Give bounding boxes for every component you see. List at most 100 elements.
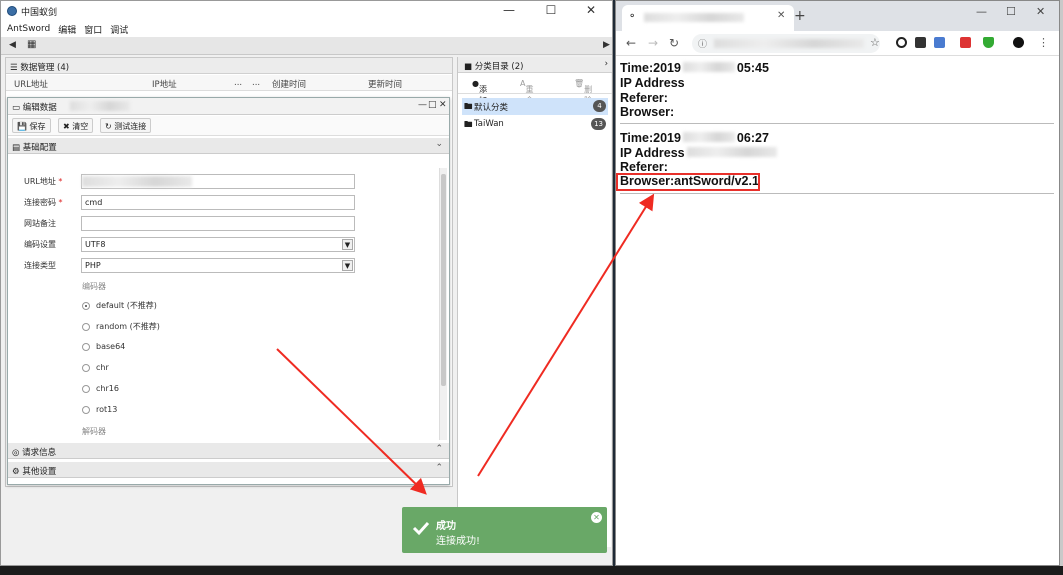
encoder-option-chr[interactable]: chr <box>82 363 109 372</box>
menubar: AntSword 编辑 窗口 调试 <box>1 21 612 37</box>
category-label: TaiWan <box>474 119 504 129</box>
success-toast: 成功 连接成功! ✕ <box>402 507 607 553</box>
encoder-label: chr16 <box>96 384 119 393</box>
menu-window[interactable]: 窗口 <box>84 23 102 36</box>
dialog-scrollbar[interactable] <box>439 168 447 440</box>
browser-window: ⚬ ✕ + — ☐ ✕ ← → ↻ ⓘ ☆ ⋮ Time:2019 05:45 I… <box>615 0 1060 566</box>
encoder-label: rot13 <box>96 405 118 414</box>
col-created[interactable]: 创建时间 <box>272 78 306 90</box>
profile-avatar-icon[interactable] <box>1013 37 1024 48</box>
record-ip: IP Address <box>620 76 685 90</box>
save-label: 保存 <box>29 122 46 131</box>
close-icon[interactable]: ✕ <box>1036 5 1045 18</box>
new-tab-icon[interactable]: + <box>794 8 806 24</box>
settings-icon: ⚙ <box>12 467 20 477</box>
clear-button[interactable]: ✖ 清空 <box>58 118 94 133</box>
reload-icon[interactable]: ↻ <box>669 36 679 50</box>
encoder-label: default (不推荐) <box>96 301 157 310</box>
maximize-icon[interactable]: ☐ <box>1006 5 1016 18</box>
category-toolbar: ● 添加 A 重命名 🗑 删除 <box>458 74 612 116</box>
decoder-title: 解码器 <box>82 427 106 436</box>
browser-tab[interactable]: ⚬ ✕ <box>622 5 794 31</box>
browser-tabstrip: ⚬ ✕ + — ☐ ✕ <box>616 1 1059 31</box>
encoding-label: 编码设置 <box>24 240 56 249</box>
scrollbar-thumb[interactable] <box>441 174 446 386</box>
password-label: 连接密码 * <box>24 198 63 207</box>
extension-shield-icon[interactable] <box>983 37 994 48</box>
encoder-option-rot13[interactable]: rot13 <box>82 405 117 414</box>
col-more-icon-2[interactable]: ... <box>252 78 260 88</box>
encoder-label: chr <box>96 363 109 372</box>
section-headers-title: 请求信息 <box>22 448 57 458</box>
list-icon: ☰ <box>10 63 18 73</box>
col-url[interactable]: URL地址 <box>14 78 48 90</box>
url-field[interactable] <box>81 174 355 189</box>
encoder-option-chr16[interactable]: chr16 <box>82 384 119 393</box>
encoder-option-default[interactable]: default (不推荐) <box>82 300 157 311</box>
chevron-down-icon: ▼ <box>342 239 353 250</box>
save-button[interactable]: 💾 保存 <box>12 118 51 133</box>
maximize-icon[interactable]: ☐ <box>536 3 566 17</box>
dialog-close-icon[interactable]: ✕ <box>439 100 447 110</box>
tab-close-icon[interactable]: ✕ <box>777 10 785 21</box>
encoder-option-random[interactable]: random (不推荐) <box>82 321 160 332</box>
tab-home-grid-icon[interactable]: ▦ <box>27 39 36 50</box>
menu-dots-icon[interactable]: ⋮ <box>1038 36 1049 49</box>
encoder-option-base64[interactable]: base64 <box>82 342 125 351</box>
category-item-taiwan[interactable]: 🖿 TaiWan 13 <box>462 116 608 133</box>
category-count-badge: 13 <box>591 118 606 130</box>
edit-dialog-titlebar: ▭ 编辑数据 — □ ✕ <box>8 98 449 115</box>
record-browser: Browser: <box>620 105 675 119</box>
tab-scroll-left-icon[interactable]: ◀ <box>9 40 16 50</box>
category-label: 默认分类 <box>474 103 509 113</box>
category-item-default[interactable]: 🖿 默认分类 4 <box>462 98 608 115</box>
highlight-box <box>616 173 760 191</box>
col-ip[interactable]: IP地址 <box>152 78 177 90</box>
back-icon[interactable]: ← <box>626 36 636 50</box>
test-connection-button[interactable]: ↻ 测试连接 <box>100 118 152 133</box>
chevron-right-icon[interactable]: › <box>605 59 608 69</box>
password-field[interactable]: cmd <box>81 195 355 210</box>
extension-red-icon[interactable] <box>960 37 971 48</box>
address-bar[interactable]: ⓘ <box>692 34 880 53</box>
dialog-maximize-icon[interactable]: □ <box>428 100 437 110</box>
chevron-down-icon: ▼ <box>342 260 353 271</box>
extension-dark-icon[interactable] <box>915 37 926 48</box>
section-other-settings[interactable]: ⚙ 其他设置 ⌃ <box>8 462 449 478</box>
type-label: 连接类型 <box>24 261 56 270</box>
note-field[interactable] <box>81 216 355 231</box>
config-icon: ▤ <box>12 143 21 153</box>
browser-toolbar: ← → ↻ ⓘ ☆ ⋮ <box>616 31 1059 56</box>
page-content: Time:2019 05:45 IP Address Referer: Brows… <box>616 57 1059 565</box>
redacted-text <box>70 101 130 111</box>
rename-category-button[interactable]: A 重命名 <box>520 79 533 116</box>
forward-icon[interactable]: → <box>648 36 658 50</box>
bookmark-star-icon[interactable]: ☆ <box>870 36 880 49</box>
category-title: 分类目录 (2) <box>474 62 524 72</box>
encoding-select[interactable]: UTF8 ▼ <box>81 237 355 252</box>
radio-icon <box>82 342 90 351</box>
window-title: 中国蚁剑 <box>21 7 58 18</box>
radio-icon <box>82 301 90 310</box>
tab-scroll-right-icon[interactable]: ▶ <box>603 40 610 50</box>
section-request-headers[interactable]: ◎ 请求信息 ⌃ <box>8 443 449 459</box>
refresh-icon: ↻ <box>105 122 112 131</box>
menu-antsword[interactable]: AntSword <box>7 24 50 34</box>
col-more-icon[interactable]: ... <box>234 78 242 88</box>
add-category-button[interactable]: ● 添加 <box>472 79 487 105</box>
tab-bar: ◀ ▦ ▶ <box>1 37 612 55</box>
type-select[interactable]: PHP ▼ <box>81 258 355 273</box>
minimize-icon[interactable]: — <box>494 3 524 17</box>
delete-category-button[interactable]: 🗑 删除 <box>574 79 592 105</box>
minimize-icon[interactable]: — <box>976 5 987 18</box>
menu-debug[interactable]: 调试 <box>110 23 128 36</box>
encoding-value: UTF8 <box>85 240 106 249</box>
extension-translate-icon[interactable] <box>934 37 945 48</box>
section-basic-config[interactable]: ▤ 基础配置 ⌄ <box>8 138 449 154</box>
col-updated[interactable]: 更新时间 <box>368 78 402 90</box>
menu-edit[interactable]: 编辑 <box>58 23 76 36</box>
dialog-minimize-icon[interactable]: — <box>418 100 427 110</box>
extension-circle-icon[interactable] <box>896 37 907 48</box>
toast-close-icon[interactable]: ✕ <box>591 512 602 523</box>
close-icon[interactable]: ✕ <box>576 3 606 17</box>
